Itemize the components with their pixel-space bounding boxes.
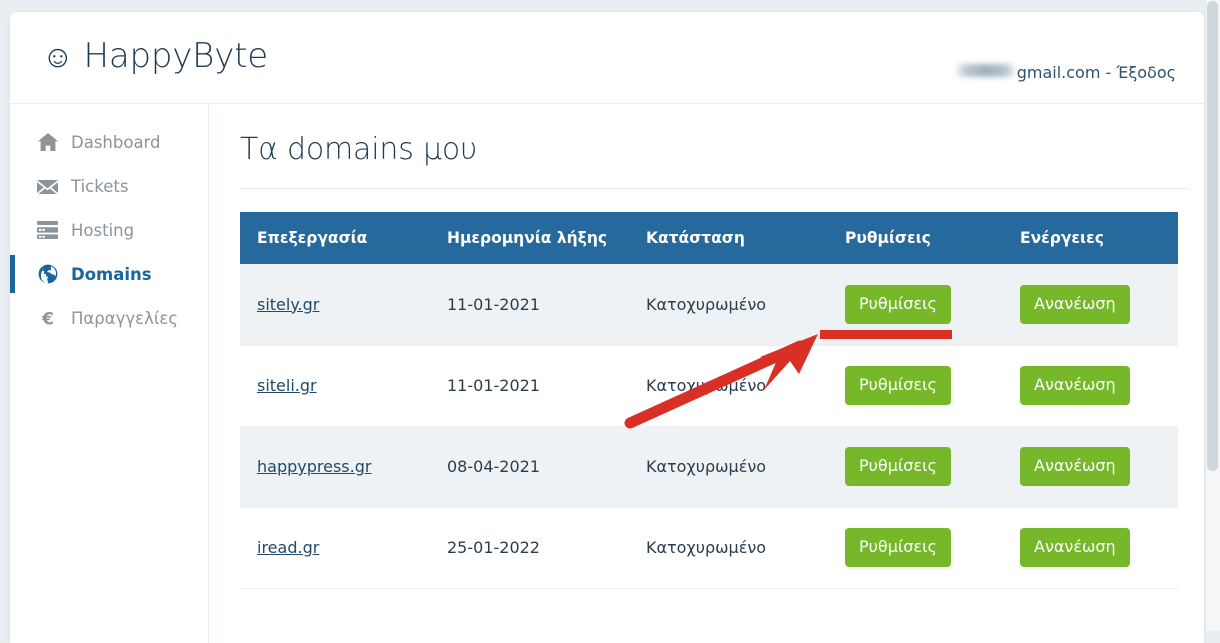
app-page-card: ☺ HappyByte gmail.com - Έξοδος Dashboard… [10,12,1204,643]
top-header-bar: ☺ HappyByte gmail.com - Έξοδος [10,12,1204,104]
cell-expiry: 11-01-2021 [430,345,629,427]
domain-link[interactable]: siteli.gr [257,376,317,395]
home-icon [37,133,58,151]
column-header-domain: Επεξεργασία [240,212,430,264]
domains-table: Επεξεργασία Ημερομηνία λήξης Κατάσταση Ρ… [240,212,1178,589]
main-content: Τα domains μου Επεξεργασία Ημερομηνία λή… [209,104,1204,643]
domain-link[interactable]: iread.gr [257,538,319,557]
domains-table-wrapper: Επεξεργασία Ημερομηνία λήξης Κατάσταση Ρ… [240,212,1188,589]
cell-status: Κατοχυρωμένο [629,426,828,508]
smiley-face-icon: ☺ [42,38,74,75]
account-label: gmail.com - Έξοδος [1016,63,1176,82]
brand-name: HappyByte [83,36,268,76]
table-row: siteli.gr 11-01-2021 Κατοχυρωμένο Ρυθμίσ… [240,345,1178,427]
settings-button[interactable]: Ρυθμίσεις [845,366,951,405]
sidebar-item-label: Παραγγελίες [71,308,179,328]
renew-button[interactable]: Ανανέωση [1020,447,1130,486]
sidebar-item-domains[interactable]: Domains [10,252,208,296]
column-header-actions: Ενέργειες [1003,212,1178,264]
sidebar-item-label: Domains [71,264,152,284]
cell-domain: siteli.gr [240,345,430,427]
globe-icon [37,264,58,284]
cell-actions: Ανανέωση [1003,345,1178,427]
title-divider [240,188,1188,189]
brand-logo[interactable]: ☺ HappyByte [42,39,268,73]
domain-link[interactable]: happypress.gr [257,457,371,476]
cell-expiry: 08-04-2021 [430,426,629,508]
sidebar-item-label: Hosting [71,220,135,240]
envelope-icon [37,179,58,194]
table-row: sitely.gr 11-01-2021 Κατοχυρωμένο Ρυθμίσ… [240,264,1178,346]
euro-icon: € [37,309,58,328]
page-title: Τα domains μου [240,132,478,167]
column-header-status: Κατάσταση [629,212,828,264]
sidebar-item-label: Dashboard [71,132,161,152]
server-icon [37,221,58,239]
column-header-expiry: Ημερομηνία λήξης [430,212,629,264]
cell-status: Κατοχυρωμένο [629,345,828,427]
renew-button[interactable]: Ανανέωση [1020,528,1130,567]
cell-actions: Ανανέωση [1003,426,1178,508]
settings-button[interactable]: Ρυθμίσεις [845,447,951,486]
account-logout-link[interactable]: gmail.com - Έξοδος [953,63,1176,82]
cell-settings: Ρυθμίσεις [828,507,1003,589]
renew-button[interactable]: Ανανέωση [1020,366,1130,405]
table-header: Επεξεργασία Ημερομηνία λήξης Κατάσταση Ρ… [240,212,1178,264]
settings-button[interactable]: Ρυθμίσεις [845,284,951,324]
sidebar-item-tickets[interactable]: Tickets [10,164,208,208]
redacted-email-blur [953,64,1016,77]
cell-actions: Ανανέωση [1003,507,1178,589]
column-header-settings: Ρυθμίσεις [828,212,1003,264]
sidebar-item-orders[interactable]: € Παραγγελίες [10,296,208,340]
page-scrollbar-thumb[interactable] [1207,1,1218,471]
sidebar-item-hosting[interactable]: Hosting [10,208,208,252]
cell-settings: Ρυθμίσεις [828,426,1003,508]
body-layout: Dashboard Tickets Hosting Domains € Παρα… [10,104,1204,643]
sidebar-navigation: Dashboard Tickets Hosting Domains € Παρα… [10,104,209,643]
cell-settings: Ρυθμίσεις [828,264,1003,346]
cell-actions: Ανανέωση [1003,264,1178,346]
sidebar-item-label: Tickets [71,176,129,196]
cell-expiry: 11-01-2021 [430,264,629,346]
cell-domain: iread.gr [240,507,430,589]
cell-domain: sitely.gr [240,264,430,346]
cell-settings: Ρυθμίσεις [828,345,1003,427]
table-header-row: Επεξεργασία Ημερομηνία λήξης Κατάσταση Ρ… [240,212,1178,264]
sidebar-item-dashboard[interactable]: Dashboard [10,120,208,164]
settings-button[interactable]: Ρυθμίσεις [845,528,951,567]
table-row: iread.gr 25-01-2022 Κατοχυρωμένο Ρυθμίσε… [240,507,1178,589]
svg-text:€: € [41,309,54,328]
page-scrollbar-track[interactable] [1205,0,1220,631]
table-body: sitely.gr 11-01-2021 Κατοχυρωμένο Ρυθμίσ… [240,264,1178,589]
cell-status: Κατοχυρωμένο [629,507,828,589]
cell-expiry: 25-01-2022 [430,507,629,589]
domain-link[interactable]: sitely.gr [257,295,319,314]
table-row: happypress.gr 08-04-2021 Κατοχυρωμένο Ρυ… [240,426,1178,508]
renew-button[interactable]: Ανανέωση [1020,284,1130,324]
cell-status: Κατοχυρωμένο [629,264,828,346]
cell-domain: happypress.gr [240,426,430,508]
